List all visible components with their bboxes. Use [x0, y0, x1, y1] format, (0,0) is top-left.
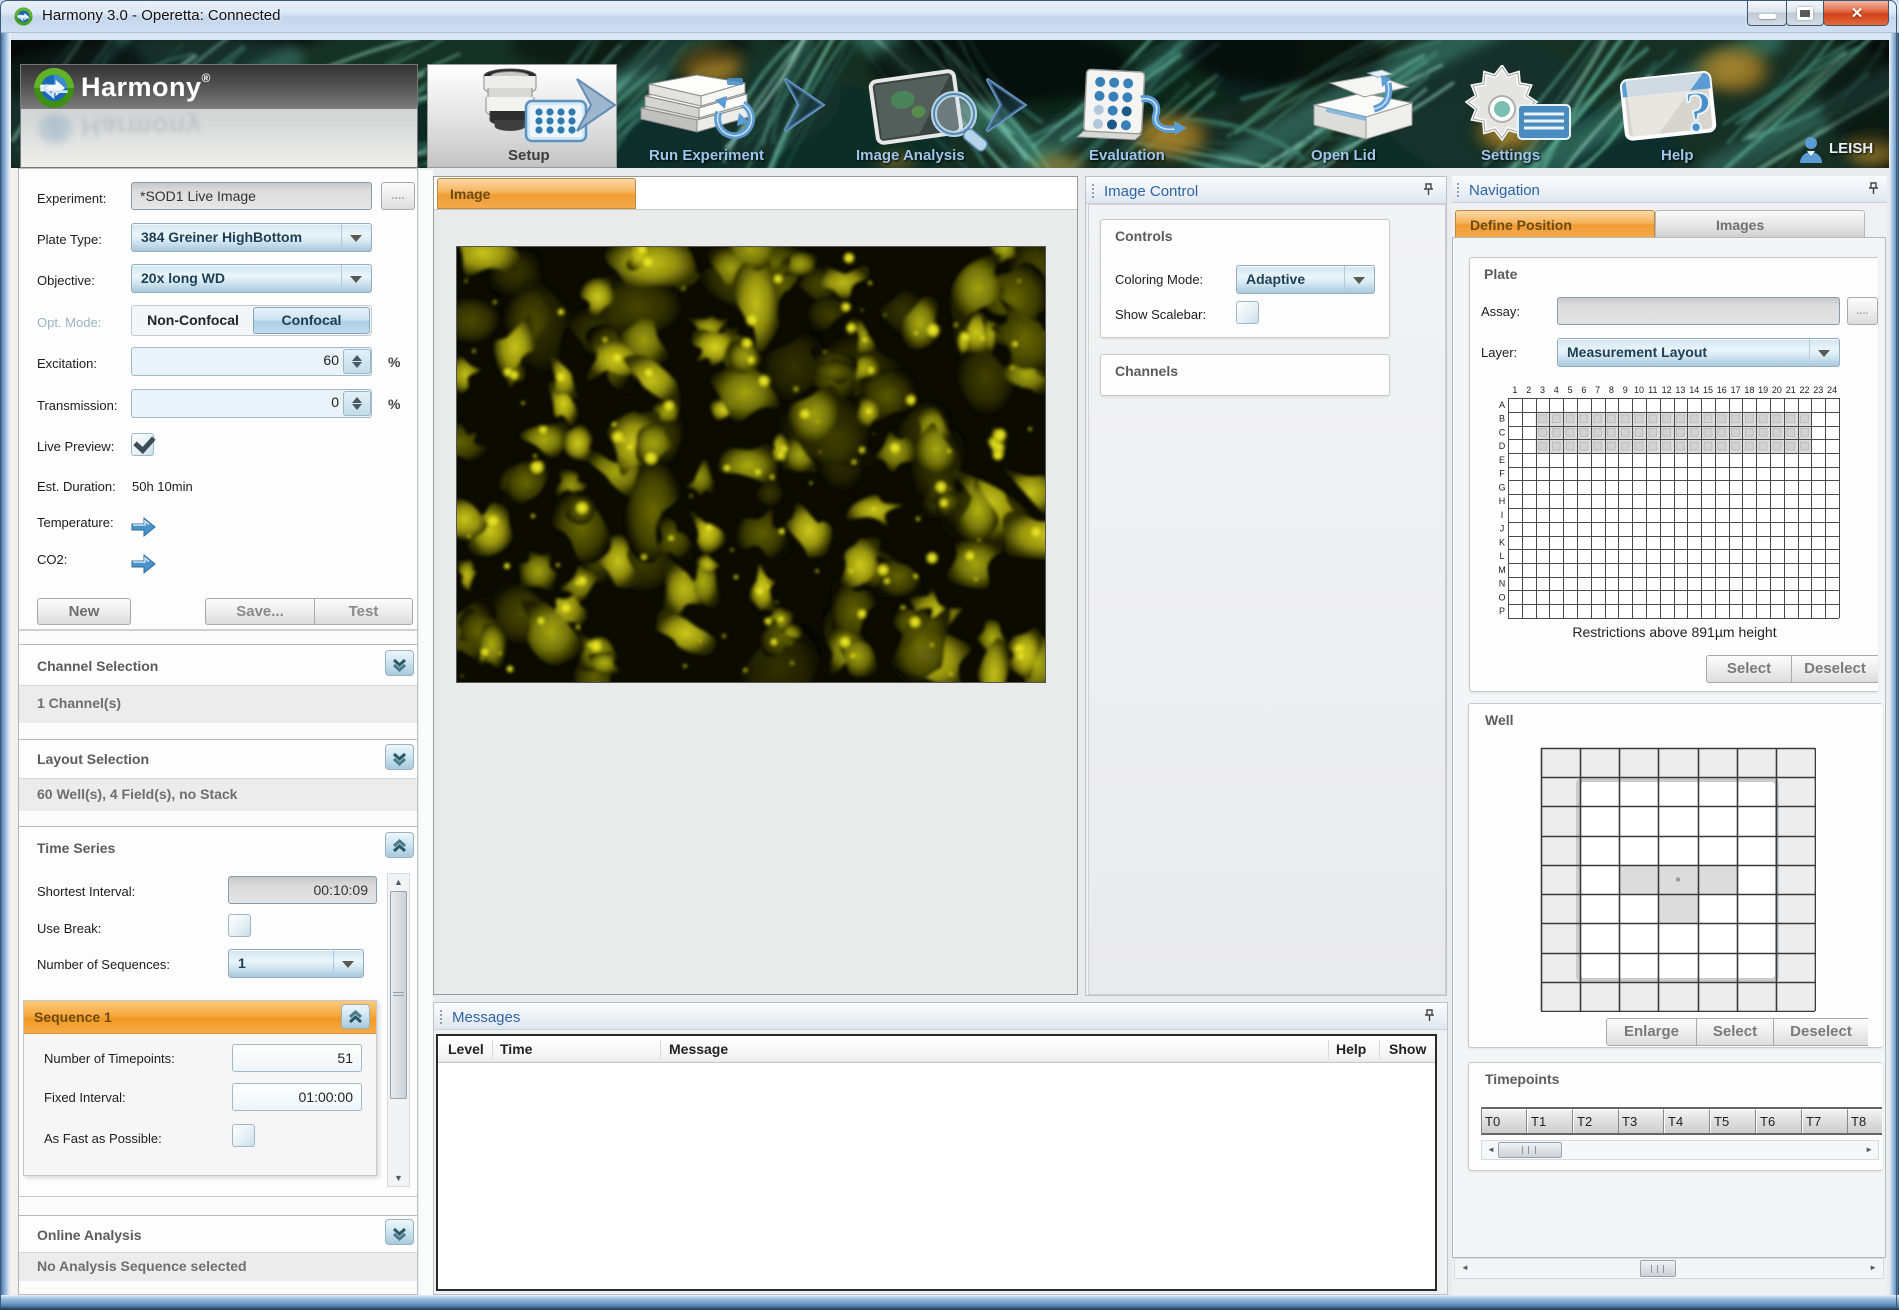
- svg-text:M: M: [1498, 565, 1506, 575]
- svg-text:O: O: [1498, 592, 1505, 602]
- svg-text:H: H: [1499, 496, 1506, 506]
- svg-text:5: 5: [1568, 385, 1573, 395]
- svg-text:15: 15: [1703, 385, 1713, 395]
- svg-text:11: 11: [1648, 385, 1657, 395]
- svg-text:19: 19: [1758, 385, 1768, 395]
- svg-text:6: 6: [1581, 385, 1586, 395]
- svg-text:23: 23: [1813, 385, 1823, 395]
- svg-text:L: L: [1499, 551, 1504, 561]
- svg-text:C: C: [1499, 427, 1506, 437]
- svg-text:8: 8: [1609, 385, 1614, 395]
- svg-text:18: 18: [1744, 385, 1754, 395]
- svg-text:22: 22: [1799, 385, 1809, 395]
- svg-text:10: 10: [1634, 385, 1644, 395]
- svg-text:2: 2: [1526, 385, 1531, 395]
- svg-text:24: 24: [1827, 385, 1837, 395]
- svg-text:3: 3: [1540, 385, 1545, 395]
- svg-text:13: 13: [1675, 385, 1685, 395]
- svg-text:P: P: [1499, 606, 1505, 616]
- svg-text:A: A: [1499, 400, 1505, 410]
- svg-text:4: 4: [1554, 385, 1559, 395]
- svg-text:12: 12: [1662, 385, 1672, 395]
- svg-text:7: 7: [1595, 385, 1600, 395]
- svg-text:?: ?: [1684, 79, 1713, 144]
- svg-text:F: F: [1499, 469, 1505, 479]
- svg-text:1: 1: [1512, 385, 1517, 395]
- svg-text:20: 20: [1772, 385, 1782, 395]
- svg-text:21: 21: [1786, 385, 1796, 395]
- svg-text:I: I: [1501, 510, 1504, 520]
- svg-text:B: B: [1499, 414, 1505, 424]
- svg-text:N: N: [1499, 579, 1506, 589]
- svg-text:K: K: [1499, 537, 1505, 547]
- svg-text:17: 17: [1731, 385, 1741, 395]
- svg-text:G: G: [1498, 482, 1505, 492]
- svg-text:14: 14: [1689, 385, 1699, 395]
- svg-text:16: 16: [1717, 385, 1727, 395]
- svg-text:J: J: [1500, 524, 1505, 534]
- svg-text:9: 9: [1623, 385, 1628, 395]
- svg-text:E: E: [1499, 455, 1505, 465]
- svg-text:D: D: [1499, 441, 1506, 451]
